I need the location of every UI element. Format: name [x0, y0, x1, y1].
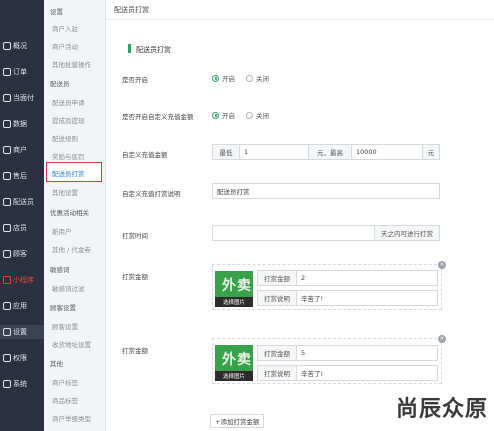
subnav-item-courier-tip[interactable]: 配送员打赏 — [52, 168, 85, 178]
min-unit: 元，最高 — [308, 144, 352, 160]
reward-card: 外卖 选择图片 打赏金额 5 打赏说明 辛苦了! × — [212, 335, 446, 384]
min-amount-input[interactable]: 1 — [239, 144, 309, 160]
sidebar-item-system[interactable]: 系统 — [0, 377, 44, 391]
watermark: 尚辰众原 — [395, 397, 488, 422]
custom-on-radio[interactable]: 开启 — [212, 110, 235, 120]
min-prefix: 最低 — [212, 144, 240, 160]
subnav-heading: 顾客设置 — [50, 304, 76, 312]
pay-icon — [3, 94, 11, 102]
order-icon — [3, 68, 11, 76]
subnav-heading: 其他 — [50, 360, 63, 368]
reward-amount-input[interactable]: 5 — [296, 345, 438, 361]
radio-unchecked-icon — [246, 111, 253, 119]
gear-icon — [3, 328, 11, 336]
radio-unchecked-icon — [246, 74, 253, 82]
subnav-heading: 敏感词 — [50, 266, 70, 274]
sidebar-item-overview[interactable]: 概况 — [0, 39, 44, 53]
subnav-item[interactable]: 商户活动 — [52, 41, 78, 51]
sidebar-item-permission[interactable]: 权限 — [0, 351, 44, 365]
sidebar-item-orders[interactable]: 订单 — [0, 65, 44, 79]
customer-icon — [3, 250, 11, 258]
reward-note-input[interactable]: 辛苦了! — [296, 290, 438, 306]
apps-icon — [3, 302, 11, 310]
amount-prefix: 打赏金额 — [257, 270, 297, 286]
enable-label: 是否开启 — [122, 76, 148, 84]
time-label: 打赏时间 — [122, 232, 148, 240]
add-reward-button[interactable]: +添加打赏金额 — [210, 414, 265, 428]
sidebar-item-pay[interactable]: 当面付 — [0, 91, 44, 105]
time-input[interactable] — [212, 225, 375, 241]
max-unit: 元 — [422, 144, 440, 160]
clerk-icon — [3, 224, 11, 232]
subnav-item[interactable]: 商户入驻 — [52, 23, 78, 33]
sidebar-item-settings[interactable]: 设置 — [0, 325, 44, 339]
subnav-item[interactable]: 商品标签 — [52, 395, 78, 405]
sidebar-item-miniapp[interactable]: 小程序 — [0, 273, 44, 287]
sidebar-item-aftersale[interactable]: 售后 — [0, 169, 44, 183]
subnav-heading: 优惠活动相关 — [50, 209, 89, 217]
enable-off-radio[interactable]: 关闭 — [246, 73, 269, 83]
sidebar-item-merchant[interactable]: 商户 — [0, 143, 44, 157]
sidebar-item-customer[interactable]: 顾客 — [0, 247, 44, 261]
subnav-item[interactable]: 配送员申请 — [52, 97, 85, 107]
subnav-item[interactable]: 收货地址设置 — [52, 339, 91, 349]
note-prefix: 打赏说明 — [257, 290, 297, 306]
main-content: 配送员打赏 配送员打赏 是否开启 开启 关闭 是否开启自定义充值金额 开启 关闭… — [106, 0, 494, 431]
reward-label: 打赏金额 — [122, 347, 148, 355]
subnav-item[interactable]: 顾客设置 — [52, 321, 78, 331]
sidebar-item-apps[interactable]: 应用 — [0, 299, 44, 313]
enable-on-radio[interactable]: 开启 — [212, 73, 235, 83]
custom-amount-label: 是否开启自定义充值金额 — [122, 113, 194, 121]
top-bar: 配送员打赏 — [106, 0, 494, 20]
amount-prefix: 打赏金额 — [257, 345, 297, 361]
subnav-item[interactable]: 其他设置 — [52, 187, 78, 197]
subnav-item[interactable]: 新用户 — [52, 226, 72, 236]
sidebar-item-data[interactable]: 数据 — [0, 117, 44, 131]
reward-image[interactable]: 外卖 选择图片 — [215, 345, 253, 381]
desc-label: 自定义充值打赏说明 — [122, 190, 181, 198]
custom-off-radio[interactable]: 关闭 — [246, 110, 269, 120]
close-icon[interactable]: × — [438, 335, 446, 343]
permission-icon — [3, 354, 11, 362]
reward-image[interactable]: 外卖 选择图片 — [215, 271, 253, 307]
subnav-heading: 配送员 — [50, 80, 70, 88]
section-accent-bar — [128, 44, 131, 53]
subnav-heading: 设置 — [50, 8, 63, 16]
radio-checked-icon — [212, 74, 219, 82]
overview-icon — [3, 42, 11, 50]
subnav-item[interactable]: 商户举报类型 — [52, 413, 91, 423]
close-icon[interactable]: × — [438, 261, 446, 269]
radio-checked-icon — [212, 111, 219, 119]
section-title: 配送员打赏 — [136, 46, 171, 54]
miniapp-icon — [3, 276, 11, 284]
subnav-item[interactable]: 其他批量操作 — [52, 59, 91, 69]
courier-icon — [3, 198, 11, 206]
max-amount-input[interactable]: 10000 — [351, 144, 423, 160]
note-prefix: 打赏说明 — [257, 365, 297, 381]
reward-card: 外卖 选择图片 打赏金额 2 打赏说明 辛苦了! × — [212, 261, 446, 310]
aftersale-icon — [3, 172, 11, 180]
reward-label: 打赏金额 — [122, 273, 148, 281]
time-suffix: 天之内可进行打赏 — [374, 225, 440, 241]
range-label: 自定义充值金额 — [122, 151, 168, 159]
desc-input[interactable]: 配送员打赏 — [212, 183, 440, 199]
system-icon — [3, 380, 11, 388]
merchant-icon — [3, 146, 11, 154]
subnav-item[interactable]: 商户标签 — [52, 377, 78, 387]
sidebar-item-clerk[interactable]: 店员 — [0, 221, 44, 235]
subnav-item[interactable]: 提成及提现 — [52, 115, 85, 125]
settings-subnav: 设置 商户入驻 商户活动 其他批量操作 配送员 配送员申请 提成及提现 配送规则… — [44, 0, 106, 431]
reward-note-input[interactable]: 辛苦了! — [296, 365, 438, 381]
subnav-item[interactable]: 其他 / 代金券 — [52, 244, 91, 254]
data-icon — [3, 120, 11, 128]
subnav-item[interactable]: 奖励与惩罚 — [52, 151, 85, 161]
subnav-item[interactable]: 敏感词过滤 — [52, 283, 85, 293]
breadcrumb: 配送员打赏 — [114, 6, 149, 14]
sidebar-item-courier[interactable]: 配送员 — [0, 195, 44, 209]
main-sidebar: 概况 订单 当面付 数据 商户 售后 配送员 店员 顾客 小程序 应用 设置 权… — [0, 0, 44, 431]
subnav-item[interactable]: 配送规则 — [52, 133, 78, 143]
reward-amount-input[interactable]: 2 — [296, 270, 438, 286]
